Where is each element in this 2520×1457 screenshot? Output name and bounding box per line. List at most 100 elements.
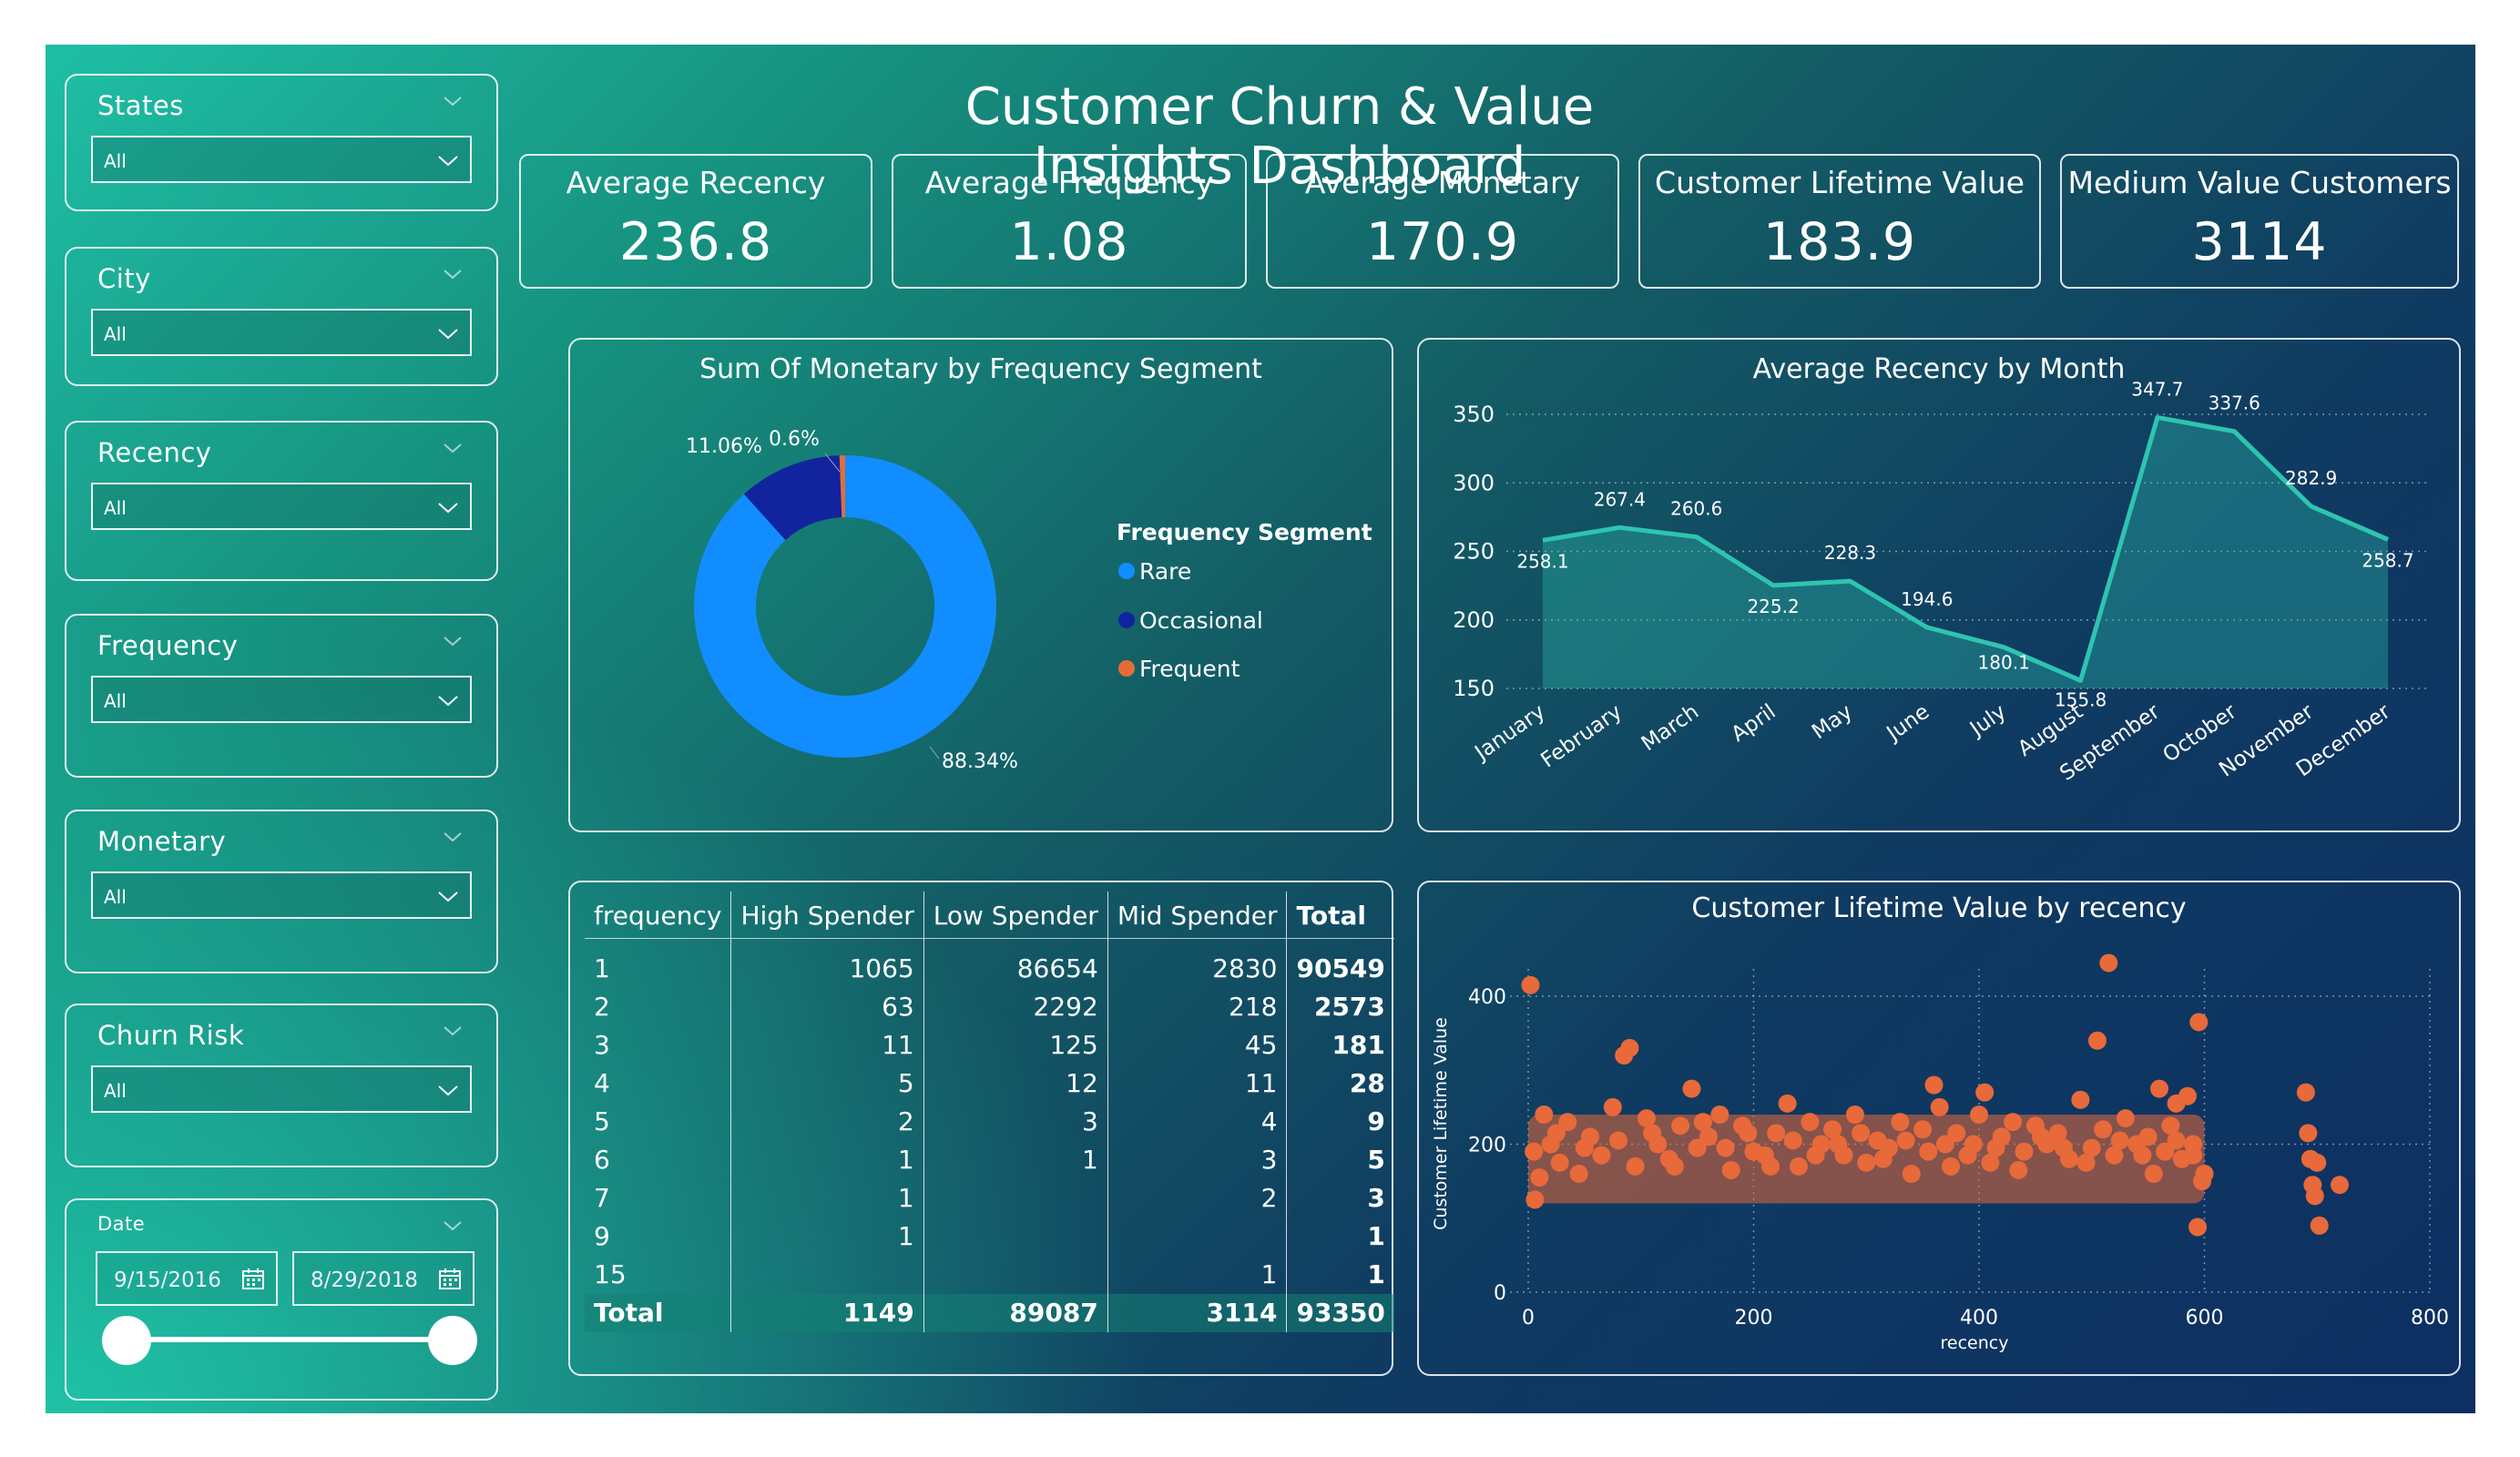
table-row[interactable]: 5234 9 xyxy=(585,1102,1394,1141)
column-header-frequency[interactable]: frequency xyxy=(585,892,732,939)
scatter-point[interactable] xyxy=(2178,1086,2197,1105)
scatter-point[interactable] xyxy=(1716,1138,1735,1157)
calendar-icon[interactable] xyxy=(241,1268,265,1291)
scatter-point[interactable] xyxy=(2032,1127,2051,1146)
scatter-point[interactable] xyxy=(1767,1124,1786,1143)
scatter-point[interactable] xyxy=(1845,1105,1864,1124)
scatter-point[interactable] xyxy=(2076,1153,2096,1172)
scatter-point[interactable] xyxy=(1671,1116,1690,1136)
scatter-point[interactable] xyxy=(1975,1083,1995,1102)
monetary-dropdown[interactable]: All xyxy=(91,871,472,919)
scatter-point[interactable] xyxy=(2150,1079,2168,1098)
scatter-point[interactable] xyxy=(1919,1142,1938,1161)
scatter-point[interactable] xyxy=(1609,1131,1627,1150)
scatter-point[interactable] xyxy=(2071,1090,2090,1109)
scatter-point[interactable] xyxy=(1603,1097,1622,1116)
scatter-point[interactable] xyxy=(1739,1124,1758,1143)
recency-dropdown[interactable]: All xyxy=(91,483,472,530)
slicer-date[interactable]: Date 9/15/2016 8/29/2018 xyxy=(65,1198,498,1401)
scatter-point[interactable] xyxy=(1521,975,1540,994)
scatter-point[interactable] xyxy=(1902,1165,1921,1183)
scatter-point[interactable] xyxy=(1665,1156,1684,1176)
chevron-down-icon[interactable] xyxy=(440,628,465,654)
scatter-point[interactable] xyxy=(1783,1131,1802,1150)
scatter-point[interactable] xyxy=(1693,1113,1712,1132)
scatter-point[interactable] xyxy=(1682,1079,1701,1098)
scatter-point[interactable] xyxy=(2133,1146,2152,1165)
chevron-down-icon[interactable] xyxy=(440,435,465,461)
scatter-point[interactable] xyxy=(1790,1156,1808,1176)
scatter-point[interactable] xyxy=(2009,1160,2028,1179)
scatter-point[interactable] xyxy=(1592,1146,1611,1165)
scatter-point[interactable] xyxy=(2296,1083,2315,1102)
scatter-point[interactable] xyxy=(1710,1105,1729,1124)
table-row[interactable]: 61135 xyxy=(585,1140,1394,1179)
states-dropdown[interactable]: All xyxy=(91,136,472,183)
chevron-down-icon[interactable] xyxy=(440,1018,465,1044)
column-header-low-spender[interactable]: Low Spender xyxy=(923,892,1108,939)
column-header-total[interactable]: Total xyxy=(1286,892,1394,939)
date-range-start-handle[interactable] xyxy=(102,1316,151,1365)
scatter-point[interactable] xyxy=(2015,1142,2034,1161)
column-header-mid-spender[interactable]: Mid Spender xyxy=(1107,892,1288,939)
scatter-point[interactable] xyxy=(1801,1113,1820,1132)
slicer-city[interactable]: City All xyxy=(65,247,498,386)
scatter-point[interactable] xyxy=(1970,1105,1988,1124)
scatter-point[interactable] xyxy=(2305,1187,2324,1206)
scatter-point[interactable] xyxy=(1620,1038,1639,1057)
scatter-point[interactable] xyxy=(1546,1124,1566,1143)
scatter-point[interactable] xyxy=(2004,1113,2023,1132)
scatter-point[interactable] xyxy=(1550,1153,1569,1172)
scatter-point[interactable] xyxy=(2087,1031,2107,1050)
column-header-high-spender[interactable]: High Spender xyxy=(730,892,924,939)
scatter-point[interactable] xyxy=(1643,1124,1662,1143)
scatter-point[interactable] xyxy=(1913,1120,1933,1139)
chevron-down-icon[interactable] xyxy=(440,824,465,850)
end-date-input[interactable]: 8/29/2018 xyxy=(292,1251,474,1306)
slicer-recency[interactable]: Recency All xyxy=(65,421,498,581)
scatter-point[interactable] xyxy=(2331,1176,2349,1195)
scatter-point[interactable] xyxy=(2188,1218,2208,1237)
date-range-end-handle[interactable] xyxy=(428,1316,477,1365)
scatter-point[interactable] xyxy=(2167,1131,2186,1150)
scatter-point[interactable] xyxy=(1575,1138,1594,1157)
slicer-churn-risk[interactable]: Churn Risk All xyxy=(65,1004,498,1167)
scatter-point[interactable] xyxy=(1535,1105,1554,1124)
scatter-point[interactable] xyxy=(2308,1153,2327,1172)
scatter-point[interactable] xyxy=(1857,1153,1876,1172)
scatter-point[interactable] xyxy=(1778,1094,1797,1113)
scatter-point[interactable] xyxy=(1761,1156,1780,1176)
table-row[interactable]: 71 2 3 xyxy=(585,1178,1394,1218)
table-row[interactable]: 15 1 1 xyxy=(585,1255,1394,1294)
table-row[interactable]: 4 5 12 11 28 xyxy=(585,1064,1394,1103)
scatter-point[interactable] xyxy=(2138,1127,2158,1146)
scatter-point[interactable] xyxy=(2195,1165,2214,1183)
chevron-down-icon[interactable] xyxy=(440,88,465,114)
legend-item-rare[interactable]: Rare xyxy=(1139,558,1191,585)
legend-item-occasional[interactable]: Occasional xyxy=(1139,607,1263,634)
scatter-point[interactable] xyxy=(1852,1124,1871,1143)
scatter-point[interactable] xyxy=(1947,1124,1966,1143)
scatter-point[interactable] xyxy=(2184,1146,2203,1165)
table-row[interactable]: 2 63 2292 218 2573 xyxy=(585,987,1394,1026)
slicer-monetary[interactable]: Monetary All xyxy=(65,810,498,973)
scatter-point[interactable] xyxy=(1986,1138,2005,1157)
scatter-point[interactable] xyxy=(1891,1113,1910,1132)
scatter-point[interactable] xyxy=(2299,1124,2318,1143)
table-row[interactable]: 3 11 125 45 181 xyxy=(585,1025,1394,1065)
scatter-point[interactable] xyxy=(2054,1138,2073,1157)
churn-risk-dropdown[interactable]: All xyxy=(91,1065,472,1113)
slicer-frequency[interactable]: Frequency All xyxy=(65,614,498,778)
scatter-point[interactable] xyxy=(1930,1097,1949,1116)
date-range-slider-track[interactable] xyxy=(127,1337,453,1342)
scatter-point[interactable] xyxy=(1530,1168,1549,1187)
scatter-point[interactable] xyxy=(2110,1131,2129,1150)
scatter-point[interactable] xyxy=(1525,1190,1545,1209)
scatter-point[interactable] xyxy=(2094,1120,2113,1139)
scatter-point[interactable] xyxy=(1896,1131,1915,1150)
scatter-point[interactable] xyxy=(1873,1149,1893,1168)
scatter-point[interactable] xyxy=(1525,1142,1544,1161)
city-dropdown[interactable]: All xyxy=(91,309,472,356)
start-date-input[interactable]: 9/15/2016 xyxy=(96,1251,278,1306)
frequency-dropdown[interactable]: All xyxy=(91,676,472,723)
